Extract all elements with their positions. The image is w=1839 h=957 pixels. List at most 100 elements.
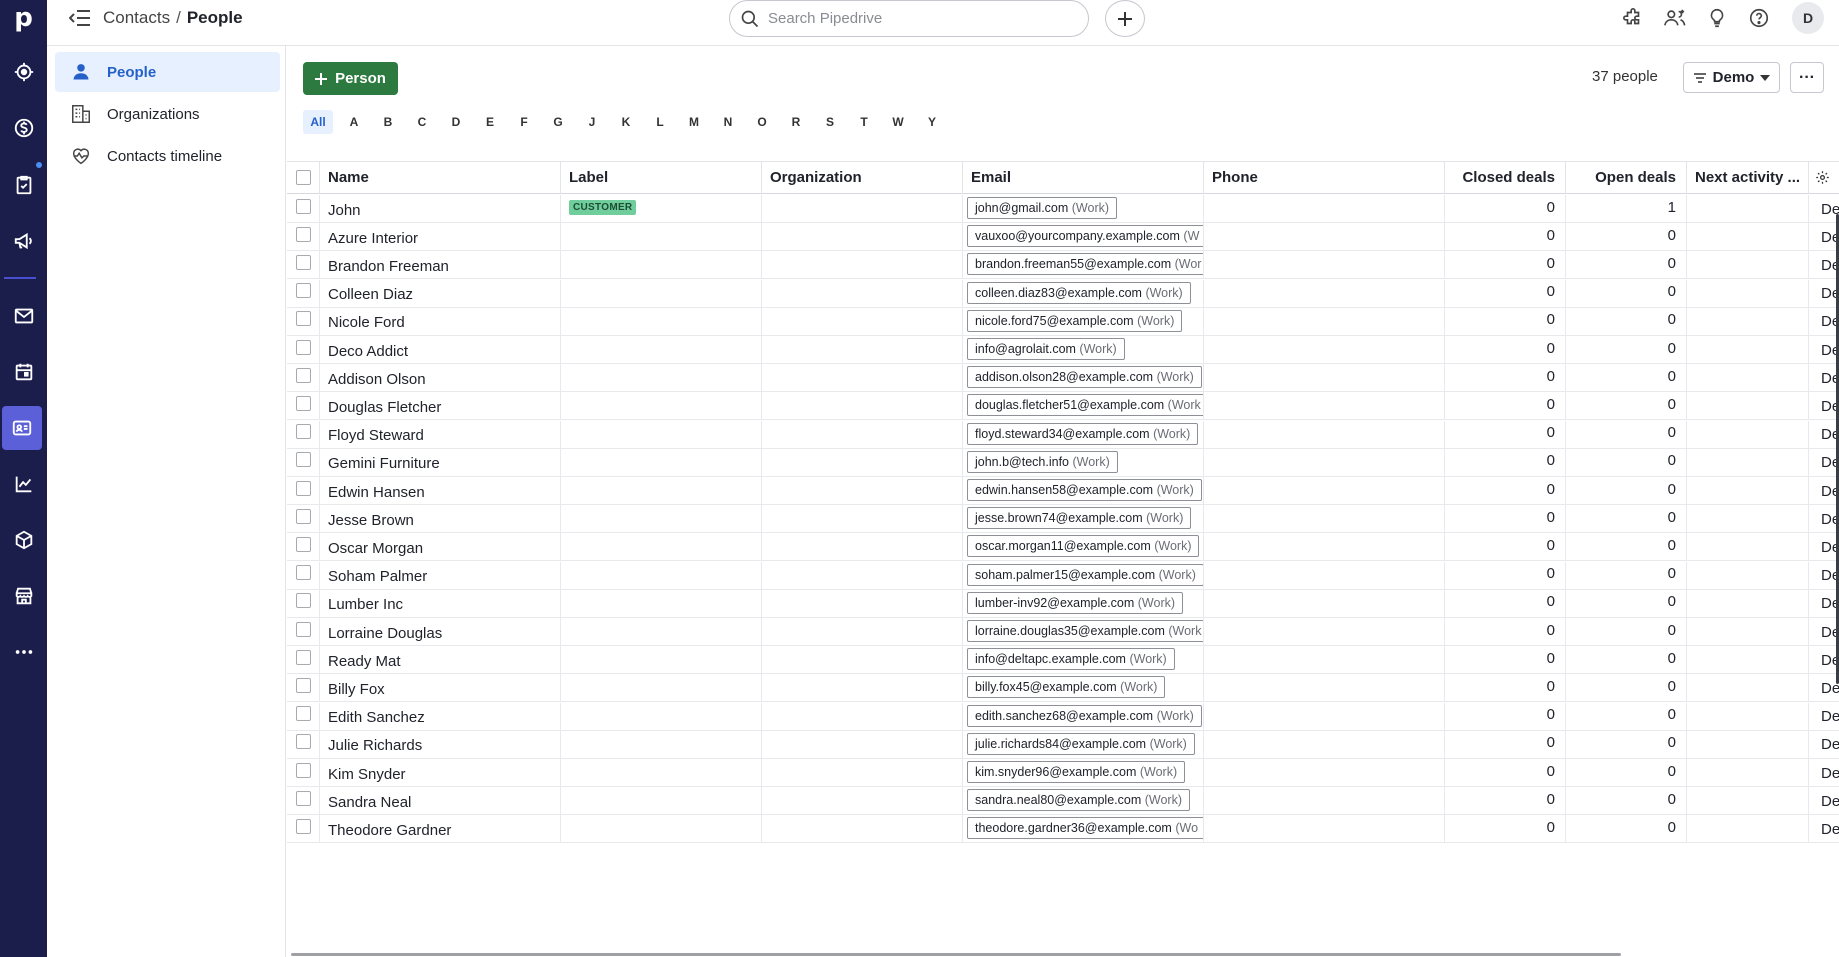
email-cell[interactable]: jesse.brown74@example.com (Work) [963, 505, 1204, 534]
next-activity-cell[interactable] [1687, 336, 1809, 364]
organization-cell[interactable] [762, 251, 963, 280]
next-activity-cell[interactable] [1687, 589, 1809, 618]
email-cell[interactable]: addison.olson28@example.com (Work) [963, 364, 1204, 393]
next-activity-header[interactable]: Next activity ... [1687, 161, 1809, 194]
email-chip[interactable]: addison.olson28@example.com (Work) [967, 366, 1202, 389]
table-row[interactable]: Jesse Brown jesse.brown74@example.com (Wo… [287, 505, 1839, 534]
row-checkbox[interactable] [296, 283, 311, 299]
email-cell[interactable]: info@deltapc.example.com (Work) [963, 646, 1204, 675]
phone-cell[interactable] [1204, 364, 1445, 393]
label-cell[interactable] [561, 279, 762, 308]
alphabet-letter-w[interactable]: W [881, 110, 915, 134]
email-cell[interactable]: nicole.ford75@example.com (Work) [963, 307, 1204, 336]
person-name-cell[interactable]: Nicole Ford [320, 307, 561, 336]
organization-cell[interactable] [762, 505, 963, 534]
collapse-menu-icon[interactable] [67, 7, 93, 29]
label-cell[interactable] [561, 364, 762, 393]
person-name-cell[interactable]: Edith Sanchez [320, 702, 561, 731]
row-checkbox[interactable] [296, 254, 311, 270]
next-activity-cell[interactable] [1687, 533, 1809, 562]
person-name-cell[interactable]: Lumber Inc [320, 589, 561, 618]
next-activity-cell[interactable] [1687, 730, 1809, 759]
phone-cell[interactable] [1204, 251, 1445, 280]
email-chip[interactable]: lumber-inv92@example.com (Work) [967, 591, 1184, 614]
email-cell[interactable]: colleen.diaz83@example.com (Work) [963, 279, 1204, 308]
pipedrive-logo[interactable]: p [0, 0, 47, 36]
invite-users-icon[interactable] [1662, 5, 1688, 31]
person-name-cell[interactable]: Oscar Morgan [320, 533, 561, 562]
next-activity-cell[interactable] [1687, 251, 1809, 280]
search-input[interactable] [768, 10, 1048, 27]
email-cell[interactable]: edith.sanchez68@example.com (Work) [963, 702, 1204, 731]
table-row[interactable]: Nicole Ford nicole.ford75@example.com (Wo… [287, 307, 1839, 336]
row-checkbox[interactable] [296, 565, 311, 581]
organization-cell[interactable] [762, 815, 963, 844]
name-header[interactable]: Name [320, 161, 561, 194]
phone-cell[interactable] [1204, 420, 1445, 449]
organization-cell[interactable] [762, 364, 963, 393]
contacts-icon[interactable] [2, 406, 42, 450]
label-cell[interactable] [561, 223, 762, 252]
email-chip[interactable]: brandon.freeman55@example.com (Wor [967, 253, 1203, 276]
label-cell[interactable] [561, 730, 762, 759]
next-activity-cell[interactable] [1687, 279, 1809, 308]
next-activity-cell[interactable] [1687, 223, 1809, 252]
table-row[interactable]: Addison Olson addison.olson28@example.com… [287, 364, 1839, 393]
gear-icon[interactable] [1815, 170, 1830, 185]
label-cell[interactable] [561, 533, 762, 562]
next-activity-cell[interactable] [1687, 618, 1809, 646]
person-name-cell[interactable]: Soham Palmer [320, 561, 561, 590]
email-cell[interactable]: lorraine.douglas35@example.com (Work [963, 618, 1204, 646]
email-cell[interactable]: billy.fox45@example.com (Work) [963, 674, 1204, 703]
organization-cell[interactable] [762, 448, 963, 477]
email-chip[interactable]: oscar.morgan11@example.com (Work) [967, 535, 1200, 558]
label-cell[interactable] [561, 618, 762, 646]
extensions-icon[interactable] [1620, 5, 1646, 31]
organization-cell[interactable] [762, 787, 963, 816]
next-activity-cell[interactable] [1687, 674, 1809, 703]
person-name-cell[interactable]: Sandra Neal [320, 787, 561, 816]
table-row[interactable]: Douglas Fletcher douglas.fletcher51@examp… [287, 392, 1839, 421]
add-person-button[interactable]: Person [303, 62, 398, 95]
phone-header[interactable]: Phone [1204, 161, 1445, 194]
more-apps-icon[interactable] [0, 630, 47, 674]
email-cell[interactable]: vauxoo@yourcompany.example.com (W [963, 223, 1204, 252]
email-chip[interactable]: edwin.hansen58@example.com (Work) [967, 479, 1202, 501]
email-cell[interactable]: julie.richards84@example.com (Work) [963, 730, 1204, 759]
label-header[interactable]: Label [561, 161, 762, 194]
label-cell[interactable] [561, 392, 762, 421]
row-checkbox[interactable] [296, 226, 311, 242]
email-cell[interactable]: john@gmail.com (Work) [963, 195, 1204, 223]
row-checkbox[interactable] [296, 706, 311, 722]
table-row[interactable]: Edith Sanchez edith.sanchez68@example.com… [287, 702, 1839, 731]
table-row[interactable]: Floyd Steward floyd.steward34@example.com… [287, 420, 1839, 449]
phone-cell[interactable] [1204, 195, 1445, 223]
alphabet-letter-j[interactable]: J [575, 110, 609, 134]
organization-header[interactable]: Organization [762, 161, 963, 194]
person-name-cell[interactable]: Brandon Freeman [320, 251, 561, 280]
table-row[interactable]: Julie Richards julie.richards84@example.c… [287, 730, 1839, 759]
row-checkbox[interactable] [296, 536, 311, 552]
next-activity-cell[interactable] [1687, 392, 1809, 421]
label-cell[interactable] [561, 251, 762, 280]
organization-cell[interactable] [762, 759, 963, 787]
select-all-checkbox[interactable] [296, 170, 311, 185]
organization-cell[interactable] [762, 336, 963, 364]
email-chip[interactable]: edith.sanchez68@example.com (Work) [967, 704, 1202, 727]
person-name-cell[interactable]: Kim Snyder [320, 759, 561, 787]
next-activity-cell[interactable] [1687, 702, 1809, 731]
organization-cell[interactable] [762, 195, 963, 223]
phone-cell[interactable] [1204, 307, 1445, 336]
row-checkbox[interactable] [296, 395, 311, 411]
label-cell[interactable] [561, 561, 762, 590]
open-deals-header[interactable]: Open deals [1566, 161, 1687, 194]
quick-add-button[interactable] [1105, 0, 1145, 37]
phone-cell[interactable] [1204, 787, 1445, 816]
user-avatar[interactable]: D [1792, 2, 1824, 34]
phone-cell[interactable] [1204, 674, 1445, 703]
email-cell[interactable]: floyd.steward34@example.com (Work) [963, 420, 1204, 449]
phone-cell[interactable] [1204, 533, 1445, 562]
more-options-button[interactable]: ··· [1790, 62, 1824, 93]
email-cell[interactable]: theodore.gardner36@example.com (Wo [963, 815, 1204, 844]
next-activity-cell[interactable] [1687, 505, 1809, 534]
